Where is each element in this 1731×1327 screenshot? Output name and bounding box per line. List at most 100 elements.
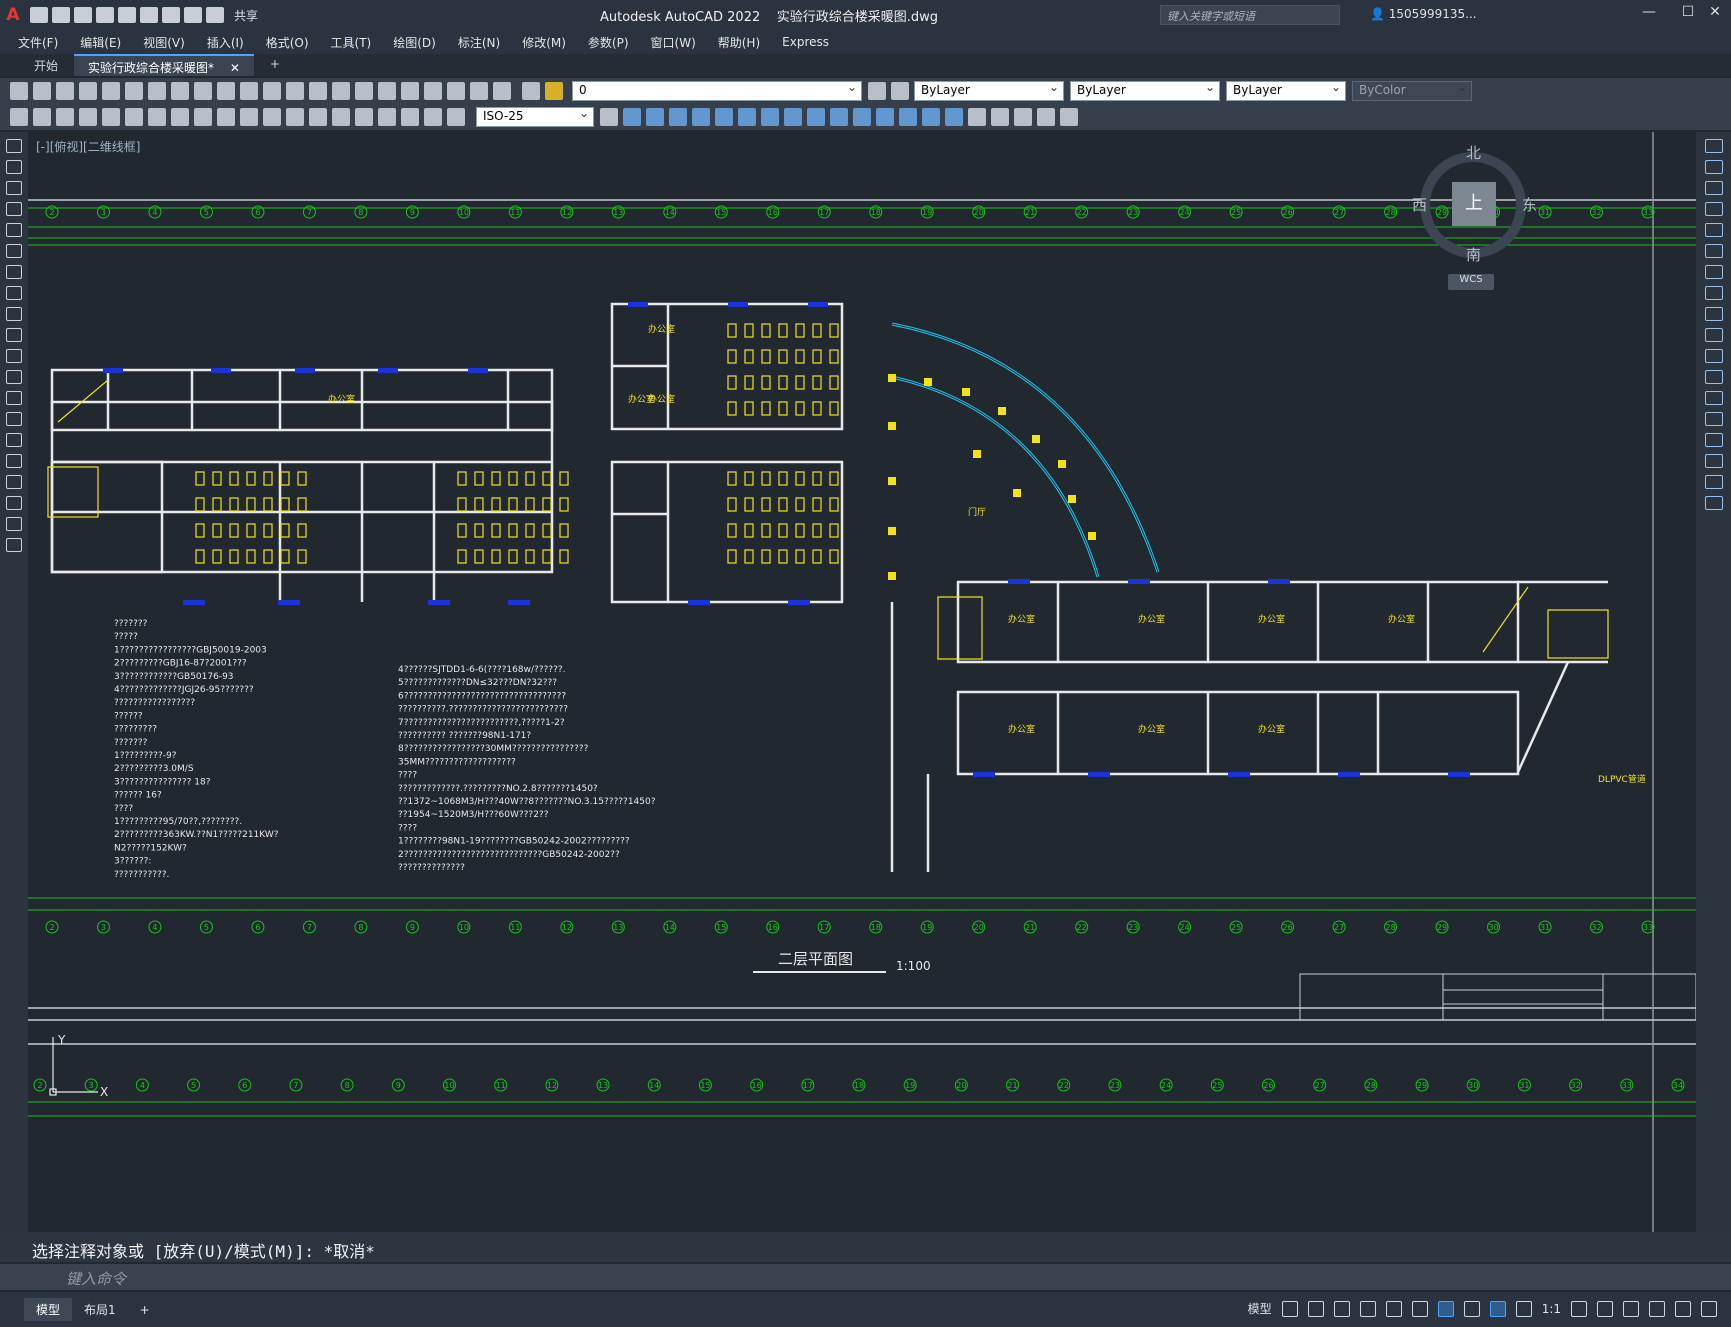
center-mark-icon[interactable]	[332, 108, 350, 126]
tolerance-icon[interactable]	[309, 108, 327, 126]
polar-icon[interactable]	[1359, 1300, 1376, 1317]
minimize-button[interactable]: —	[1638, 4, 1660, 24]
clean-screen-icon[interactable]	[1675, 1300, 1691, 1317]
trim-icon[interactable]	[807, 108, 825, 126]
spline-icon[interactable]	[6, 307, 22, 321]
isolate-objects-icon[interactable]	[1623, 1300, 1639, 1317]
arc-icon[interactable]	[6, 244, 22, 258]
dimstyle-manager-icon[interactable]	[600, 108, 618, 126]
match-properties-icon[interactable]	[217, 82, 235, 100]
mirror-icon[interactable]	[1704, 181, 1723, 195]
dim-linear-icon[interactable]	[10, 108, 28, 126]
erase-icon[interactable]	[1704, 139, 1723, 153]
plot-icon[interactable]	[162, 7, 180, 23]
color-dropdown[interactable]: ByLayer	[914, 80, 1064, 101]
menu-dimension[interactable]: 标注(N)	[458, 34, 500, 51]
join-icon[interactable]	[1704, 412, 1723, 426]
fillet-icon[interactable]	[1704, 454, 1723, 468]
open-from-web-icon[interactable]	[118, 7, 136, 23]
line-icon[interactable]	[6, 139, 22, 153]
new-tab-button[interactable]: +	[256, 54, 294, 76]
dim-break-icon[interactable]	[286, 108, 304, 126]
plot-icon[interactable]	[79, 82, 97, 100]
construction-line-icon[interactable]	[6, 160, 22, 174]
dim-arc-icon[interactable]	[56, 108, 74, 126]
wcs-menu[interactable]: WCS	[1448, 274, 1494, 290]
join-icon[interactable]	[876, 108, 894, 126]
dim-continue-icon[interactable]	[240, 108, 258, 126]
polygon-icon[interactable]	[6, 202, 22, 216]
ellipse-icon[interactable]	[6, 328, 22, 342]
tab-layout1[interactable]: 布局1	[72, 1298, 128, 1321]
search-input[interactable]: 键入关键字或短语	[1160, 5, 1340, 25]
isodraft-icon[interactable]	[1385, 1300, 1402, 1317]
redo-icon[interactable]	[206, 7, 224, 23]
undo-icon[interactable]	[184, 7, 202, 23]
viewcube-east[interactable]: 东	[1522, 194, 1537, 215]
design-center-icon[interactable]	[378, 82, 396, 100]
ellipse-arc-icon[interactable]	[6, 349, 22, 363]
save-icon[interactable]	[56, 82, 74, 100]
grid-icon[interactable]	[1281, 1300, 1298, 1317]
open-icon[interactable]	[52, 7, 70, 23]
tab-model[interactable]: 模型	[24, 1298, 73, 1321]
object-snap-tracking-icon[interactable]	[1411, 1300, 1428, 1317]
viewcube-north[interactable]: 北	[1466, 142, 1481, 163]
layer-properties-icon[interactable]	[522, 82, 540, 100]
annotation-monitor-icon[interactable]	[1597, 1300, 1613, 1317]
rectangle-icon[interactable]	[6, 223, 22, 237]
publish-icon[interactable]	[125, 82, 143, 100]
multiline-text-icon[interactable]	[6, 517, 22, 531]
lineweight-icon[interactable]	[1463, 1300, 1480, 1317]
model-space-button[interactable]: 模型	[1248, 1300, 1272, 1317]
stretch-icon[interactable]	[1704, 307, 1723, 321]
region-icon[interactable]	[6, 475, 22, 489]
save-as-icon[interactable]	[96, 7, 114, 23]
attach-icon[interactable]	[1014, 108, 1032, 126]
dim-diameter-icon[interactable]	[148, 108, 166, 126]
share-button[interactable]: 共享	[228, 7, 258, 23]
inspection-icon[interactable]	[355, 108, 373, 126]
plotstyle-dropdown[interactable]: ByColor	[1352, 80, 1472, 101]
workspace-gear-icon[interactable]	[1571, 1300, 1587, 1317]
new-icon[interactable]	[10, 82, 28, 100]
menu-help[interactable]: 帮助(H)	[718, 34, 760, 51]
explode-icon[interactable]	[945, 108, 963, 126]
rotate-icon[interactable]	[1704, 265, 1723, 279]
make-block-icon[interactable]	[6, 391, 22, 405]
new-icon[interactable]	[30, 7, 48, 23]
rotate-icon[interactable]	[738, 108, 756, 126]
hardware-acceleration-icon[interactable]	[1649, 1300, 1665, 1317]
offset-icon[interactable]	[669, 108, 687, 126]
menu-window[interactable]: 窗口(W)	[651, 34, 696, 51]
paste-icon[interactable]	[194, 82, 212, 100]
move-icon[interactable]	[1704, 244, 1723, 258]
polyline-icon[interactable]	[6, 181, 22, 195]
add-selected-icon[interactable]	[6, 538, 22, 552]
adjust-icon[interactable]	[1060, 108, 1078, 126]
dim-text-edit-icon[interactable]	[424, 108, 442, 126]
dim-space-icon[interactable]	[263, 108, 281, 126]
blend-curves-icon[interactable]	[1704, 475, 1723, 489]
quick-dim-icon[interactable]	[194, 108, 212, 126]
user-account[interactable]: 👤 1505999135...	[1370, 7, 1477, 21]
sheet-set-icon[interactable]	[424, 82, 442, 100]
close-button[interactable]: ✕	[1704, 4, 1726, 24]
command-input[interactable]: 键入命令	[0, 1264, 1731, 1290]
auto-scale-icon[interactable]	[1515, 1300, 1532, 1317]
chamfer-icon[interactable]	[1704, 433, 1723, 447]
preview-icon[interactable]	[102, 82, 120, 100]
menu-edit[interactable]: 编辑(E)	[80, 34, 121, 51]
chamfer-icon[interactable]	[899, 108, 917, 126]
circle-icon[interactable]	[6, 265, 22, 279]
clip-icon[interactable]	[1037, 108, 1055, 126]
trim-icon[interactable]	[1704, 328, 1723, 342]
copy-icon[interactable]	[171, 82, 189, 100]
zoom-previous-icon[interactable]	[332, 82, 350, 100]
tool-palettes-icon[interactable]	[401, 82, 419, 100]
point-icon[interactable]	[6, 412, 22, 426]
extend-icon[interactable]	[830, 108, 848, 126]
scale-icon[interactable]	[761, 108, 779, 126]
viewcube-west[interactable]: 西	[1412, 194, 1427, 215]
gradient-icon[interactable]	[6, 454, 22, 468]
